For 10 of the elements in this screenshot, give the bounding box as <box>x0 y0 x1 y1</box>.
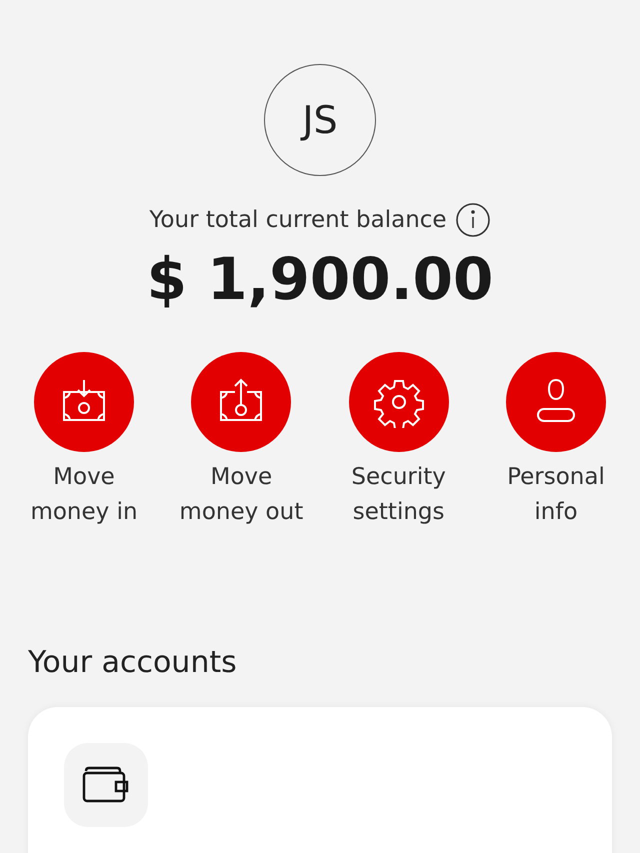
action-label: Move money out <box>178 462 304 527</box>
wallet-icon <box>82 764 130 805</box>
action-label: Move money in <box>29 462 139 527</box>
section-title: Your accounts <box>28 644 237 680</box>
info-icon[interactable] <box>454 202 491 238</box>
action-label: Security settings <box>350 462 447 527</box>
action-label: Personal info <box>506 462 606 527</box>
balance-amount: $ 1,900.00 <box>146 248 494 312</box>
balance-label: Your total current balance <box>149 206 447 235</box>
avatar[interactable]: JS <box>264 64 376 176</box>
